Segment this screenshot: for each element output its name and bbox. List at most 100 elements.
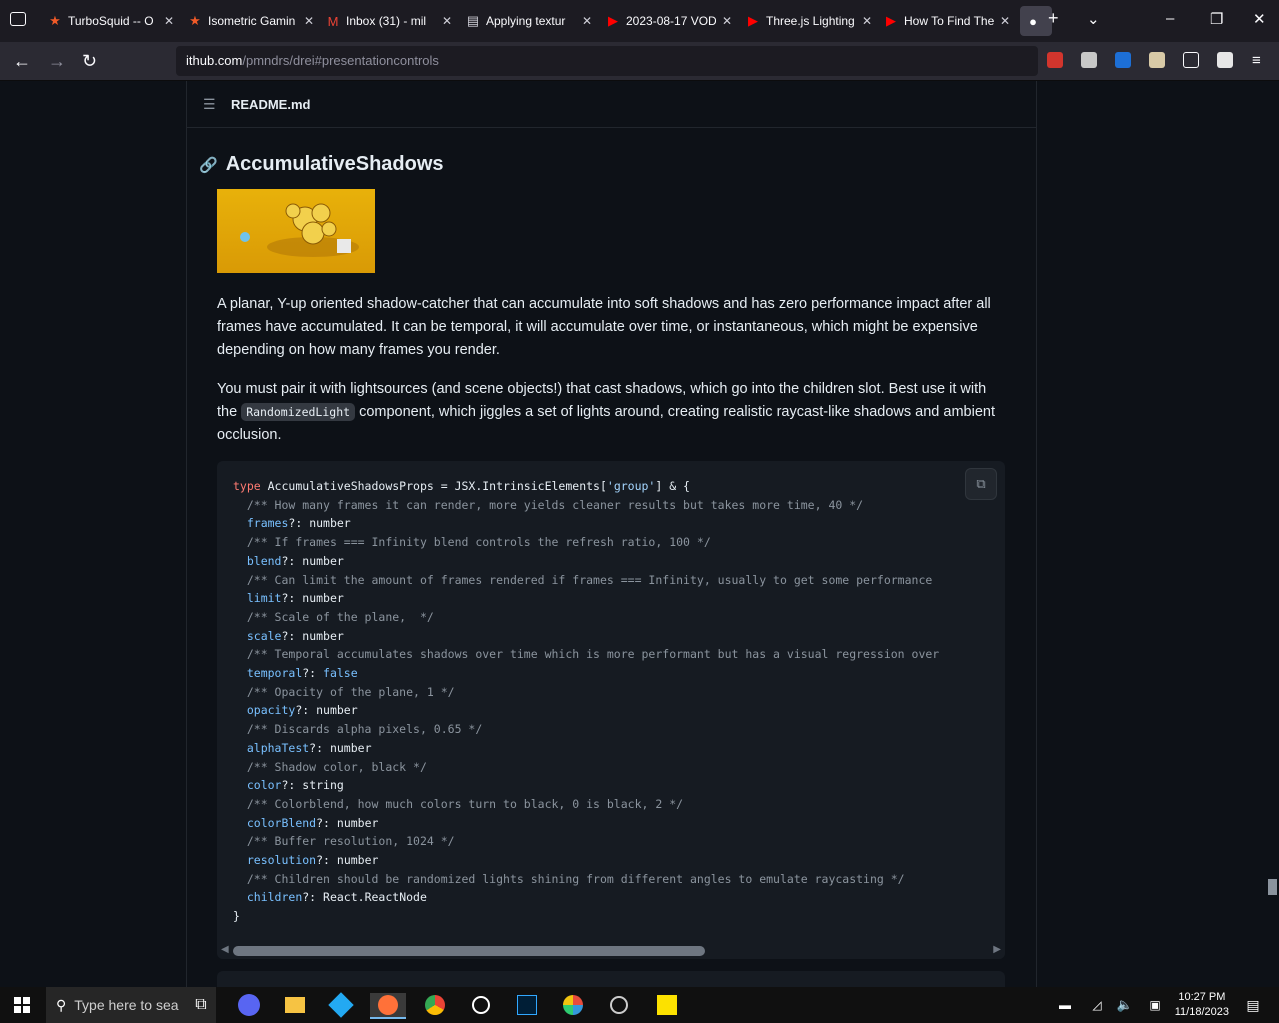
restore-button[interactable]: ❐	[1210, 10, 1223, 28]
browser-tab[interactable]: ▶ Three.js Lighting ✕	[746, 6, 872, 36]
code-property: scale	[246, 628, 282, 643]
code-comment: /** If frames === Infinity blend control…	[246, 535, 711, 550]
url-bar[interactable]: ithub.com/pmndrs/drei#presentationcontro…	[176, 46, 1038, 76]
new-tab-button[interactable]: +	[1048, 8, 1059, 29]
code-type: number	[302, 628, 344, 643]
browser-tab[interactable]: M Inbox (31) - mil ✕	[326, 6, 452, 36]
clock-date: 11/18/2023	[1174, 1006, 1229, 1018]
network-icon[interactable]: ◿	[1088, 993, 1106, 1017]
sticky-notes-icon[interactable]	[654, 993, 680, 1017]
windows-taskbar: ⚲ Type here to sea ⧉ ▬ ◿ 🔈 ▣ 10:27 PM 11…	[0, 987, 1279, 1023]
code-property: blend	[246, 553, 282, 568]
photoshop-icon[interactable]	[514, 993, 540, 1017]
code-type: number	[329, 740, 372, 755]
list-all-tabs-icon[interactable]: ⌄	[1087, 10, 1100, 28]
close-tab-icon[interactable]: ✕	[1000, 14, 1010, 28]
code-type: string	[302, 778, 344, 793]
close-window-button[interactable]: ✕	[1253, 10, 1266, 28]
menu-icon[interactable]: ≡	[1252, 52, 1261, 69]
page-vertical-scrollbar[interactable]	[1265, 81, 1279, 987]
code-text: AccumulativeShadowsProps = JSX.Intrinsic…	[260, 479, 607, 493]
scroll-left-icon[interactable]: ◀	[221, 944, 229, 955]
tab-title: TurboSquid -- O	[68, 14, 154, 28]
code-block[interactable]: type AccumulativeShadowsProps = JSX.Intr…	[217, 461, 1005, 959]
code-comment: /** Temporal accumulates shadows over ti…	[246, 647, 940, 662]
youtube-icon: ▶	[886, 13, 896, 28]
close-tab-icon[interactable]: ✕	[722, 14, 732, 28]
scroll-right-icon[interactable]: ▶	[993, 944, 1001, 955]
code-comment: /** Children should be randomized lights…	[246, 871, 905, 886]
anchor-link-icon[interactable]: 🔗	[199, 156, 218, 174]
tab-title: Applying textur	[486, 14, 566, 28]
code-comment: /** Colorblend, how much colors turn to …	[246, 796, 684, 811]
volume-icon[interactable]: 🔈	[1116, 993, 1134, 1017]
code-property: limit	[246, 591, 282, 606]
close-tab-icon[interactable]: ✕	[164, 14, 174, 28]
code-property: temporal	[246, 666, 303, 681]
taskbar-clock[interactable]: 10:27 PM 11/18/2023	[1175, 990, 1229, 1020]
extension-white-icon[interactable]	[1217, 52, 1233, 68]
code-horizontal-scrollbar[interactable]: ◀ ▶	[217, 941, 1005, 959]
outline-list-icon[interactable]: ☰	[203, 96, 217, 113]
tab-title: 2023-08-17 VOD	[626, 14, 716, 28]
browser-tab[interactable]: ▤ Applying textur ✕	[466, 6, 592, 36]
unity-icon[interactable]	[606, 993, 632, 1017]
code-type: number	[302, 591, 344, 606]
firefox-icon[interactable]	[370, 993, 406, 1019]
page-scrollbar-thumb[interactable]	[1268, 879, 1277, 895]
copy-code-button[interactable]: ⧉	[965, 468, 997, 500]
minimize-button[interactable]: –	[1166, 10, 1174, 27]
code-content: type AccumulativeShadowsProps = JSX.Intr…	[233, 479, 940, 924]
scrollbar-thumb[interactable]	[233, 946, 705, 956]
inline-code-randomizedlight: RandomizedLight	[241, 403, 356, 421]
task-view-icon[interactable]: ⧉	[190, 993, 212, 1017]
forward-icon[interactable]: →	[48, 51, 66, 72]
tab-title: Three.js Lighting	[766, 14, 855, 28]
chatgpt-icon[interactable]	[468, 993, 494, 1017]
code-comment: /** Discards alpha pixels, 0.65 */	[246, 722, 483, 737]
browser-tab[interactable]: ★ TurboSquid -- O ✕	[48, 6, 174, 36]
tab-overview-icon[interactable]	[10, 12, 26, 26]
tab-title: Isometric Gamin	[208, 14, 296, 28]
extension-blue-icon[interactable]	[1115, 52, 1131, 68]
tray-icon-1[interactable]: ▬	[1056, 993, 1074, 1017]
extension-cloud-icon[interactable]	[1149, 52, 1165, 68]
youtube-icon: ▶	[748, 13, 758, 28]
code-type: number	[336, 853, 379, 868]
back-icon[interactable]: ←	[13, 51, 31, 72]
notifications-icon[interactable]: ▤	[1242, 993, 1264, 1017]
discord-icon[interactable]	[236, 993, 262, 1017]
browser-tab[interactable]: ▶ How To Find The ✕	[884, 6, 1010, 36]
extension-grey-icon[interactable]	[1081, 52, 1097, 68]
tray-icon-2[interactable]: ▣	[1146, 993, 1164, 1017]
reload-icon[interactable]: ↻	[82, 51, 97, 72]
code-type: number	[316, 703, 358, 718]
close-tab-icon[interactable]: ✕	[862, 14, 872, 28]
readme-header: ☰ README.md	[187, 81, 1036, 128]
youtube-icon: ▶	[608, 13, 618, 28]
extensions-puzzle-icon[interactable]	[1183, 52, 1199, 68]
code-type: React.ReactNode	[323, 890, 427, 905]
chrome-icon[interactable]	[422, 993, 448, 1017]
file-explorer-icon[interactable]	[282, 993, 308, 1017]
code-property: color	[246, 778, 282, 793]
code-type: number	[336, 815, 379, 830]
vscode-icon[interactable]	[328, 992, 354, 1018]
start-button[interactable]	[8, 993, 36, 1017]
browser-tab[interactable]: ▶ 2023-08-17 VOD ✕	[606, 6, 732, 36]
readme-panel: ☰ README.md 🔗 AccumulativeShadows A plan…	[186, 81, 1037, 987]
browser-tab[interactable]: ★ Isometric Gamin ✕	[188, 6, 314, 36]
close-tab-icon[interactable]: ✕	[442, 14, 452, 28]
close-tab-icon[interactable]: ✕	[304, 14, 314, 28]
code-property: children	[246, 890, 303, 905]
extension-red-icon[interactable]	[1047, 52, 1063, 68]
code-comment: /** Opacity of the plane, 1 */	[246, 684, 455, 699]
gmail-icon: M	[327, 13, 339, 29]
close-tab-icon[interactable]: ✕	[582, 14, 592, 28]
description-paragraph-1: A planar, Y-up oriented shadow-catcher t…	[217, 296, 991, 358]
accumulative-shadows-preview-image[interactable]	[217, 189, 375, 273]
search-placeholder: Type here to sea	[74, 997, 179, 1013]
paint-icon[interactable]	[560, 993, 586, 1017]
tab-title: How To Find The	[904, 14, 994, 28]
page-content: ☰ README.md 🔗 AccumulativeShadows A plan…	[0, 81, 1279, 987]
